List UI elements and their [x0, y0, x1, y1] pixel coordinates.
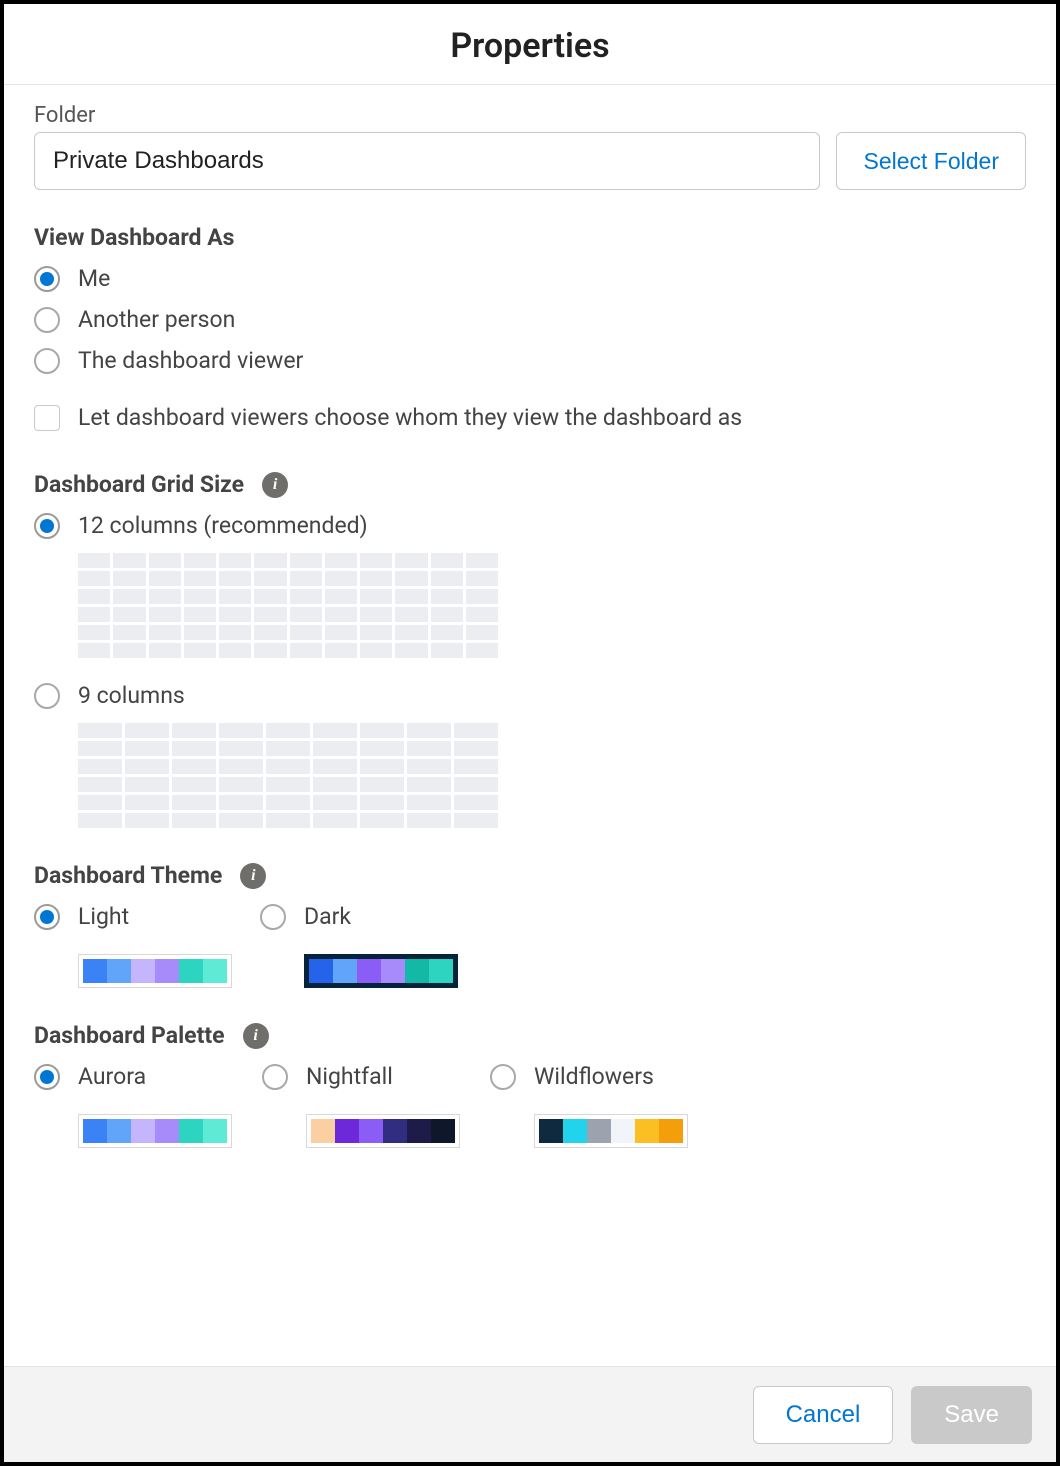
radio-icon — [260, 904, 286, 930]
folder-input[interactable] — [34, 132, 820, 190]
modal-body: Folder Select Folder View Dashboard As M… — [4, 85, 1056, 1363]
checkbox-label: Let dashboard viewers choose whom they v… — [78, 404, 742, 431]
viewer-choose-checkbox[interactable]: Let dashboard viewers choose whom they v… — [34, 404, 1026, 431]
grid-radio-9[interactable]: 9 columns — [34, 682, 1026, 709]
palette-option-wildflowers: Wildflowers — [490, 1063, 690, 1148]
view-as-heading: View Dashboard As — [34, 224, 1026, 251]
select-folder-button[interactable]: Select Folder — [836, 132, 1026, 190]
palette-heading: Dashboard Palette i — [34, 1022, 1026, 1049]
radio-icon — [34, 513, 60, 539]
palette-radio-wildflowers[interactable]: Wildflowers — [490, 1063, 690, 1090]
theme-radio-light[interactable]: Light — [34, 903, 232, 930]
radio-icon — [34, 348, 60, 374]
view-as-radio-viewer[interactable]: The dashboard viewer — [34, 347, 1026, 374]
radio-icon — [34, 904, 60, 930]
view-as-heading-text: View Dashboard As — [34, 224, 234, 251]
info-icon[interactable]: i — [240, 863, 266, 889]
theme-swatch-dark — [304, 954, 458, 988]
theme-heading: Dashboard Theme i — [34, 862, 1026, 889]
info-icon[interactable]: i — [262, 472, 288, 498]
radio-icon — [34, 1064, 60, 1090]
view-as-radio-me[interactable]: Me — [34, 265, 1026, 292]
palette-radio-aurora[interactable]: Aurora — [34, 1063, 234, 1090]
checkbox-icon — [34, 405, 60, 431]
theme-option-dark: Dark — [260, 903, 458, 988]
theme-radio-dark[interactable]: Dark — [260, 903, 458, 930]
theme-swatch-light — [78, 954, 232, 988]
grid-option-9: 9 columns — [34, 682, 1026, 828]
palette-swatch-wildflowers — [534, 1114, 688, 1148]
theme-option-light: Light — [34, 903, 232, 988]
radio-icon — [34, 307, 60, 333]
grid-size-heading-text: Dashboard Grid Size — [34, 471, 244, 498]
grid-size-heading: Dashboard Grid Size i — [34, 471, 1026, 498]
theme-options: Light Dark — [34, 903, 1026, 988]
palette-options: Aurora Nightfall Wildflowers — [34, 1063, 1026, 1148]
cancel-button[interactable]: Cancel — [753, 1386, 894, 1444]
grid-preview-9 — [78, 723, 498, 828]
radio-label: Aurora — [78, 1063, 146, 1090]
view-as-radio-another[interactable]: Another person — [34, 306, 1026, 333]
palette-swatch-nightfall — [306, 1114, 460, 1148]
radio-label: Wildflowers — [534, 1063, 654, 1090]
radio-label: Me — [78, 265, 110, 292]
radio-label: Dark — [304, 903, 351, 930]
palette-swatch-aurora — [78, 1114, 232, 1148]
radio-label: Nightfall — [306, 1063, 393, 1090]
info-icon[interactable]: i — [243, 1023, 269, 1049]
palette-option-nightfall: Nightfall — [262, 1063, 462, 1148]
radio-label: Light — [78, 903, 129, 930]
grid-preview-12 — [78, 553, 498, 658]
palette-option-aurora: Aurora — [34, 1063, 234, 1148]
theme-heading-text: Dashboard Theme — [34, 862, 222, 889]
folder-row: Select Folder — [34, 132, 1026, 190]
radio-label: 9 columns — [78, 682, 185, 709]
radio-label: The dashboard viewer — [78, 347, 303, 374]
radio-label: Another person — [78, 306, 235, 333]
modal-footer: Cancel Save — [4, 1366, 1056, 1462]
folder-label: Folder — [34, 103, 1026, 128]
radio-icon — [34, 266, 60, 292]
radio-label: 12 columns (recommended) — [78, 512, 368, 539]
radio-icon — [490, 1064, 516, 1090]
grid-option-12: 12 columns (recommended) — [34, 512, 1026, 658]
palette-radio-nightfall[interactable]: Nightfall — [262, 1063, 462, 1090]
modal-title: Properties — [4, 26, 1056, 66]
grid-radio-12[interactable]: 12 columns (recommended) — [34, 512, 1026, 539]
radio-icon — [262, 1064, 288, 1090]
radio-icon — [34, 683, 60, 709]
modal-header: Properties — [4, 4, 1056, 85]
save-button[interactable]: Save — [911, 1386, 1032, 1444]
palette-heading-text: Dashboard Palette — [34, 1022, 225, 1049]
